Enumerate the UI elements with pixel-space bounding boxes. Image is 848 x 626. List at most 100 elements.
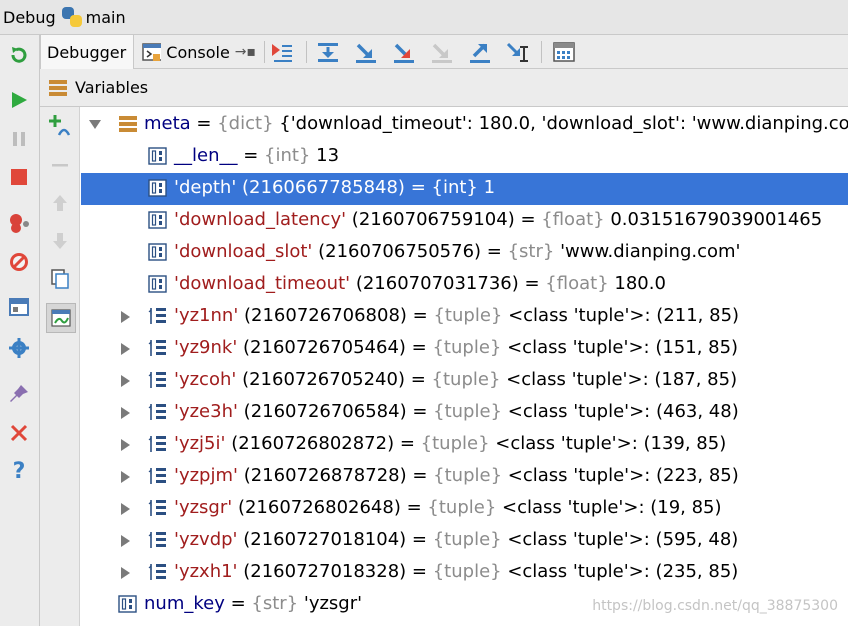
expand-arrow-icon[interactable] bbox=[121, 311, 130, 323]
var-name: 'yzsgr' bbox=[174, 497, 233, 518]
var-address: (2160706759104) bbox=[351, 209, 515, 230]
variables-panel-header: Variables bbox=[40, 69, 848, 107]
tab-console[interactable]: Console →▪ bbox=[136, 35, 262, 69]
var-value: <class 'tuple'>: (19, 85) bbox=[502, 497, 722, 518]
var-name: 'download_slot' bbox=[174, 241, 313, 262]
tab-console-label: Console bbox=[166, 42, 230, 62]
expand-arrow-icon[interactable] bbox=[121, 375, 130, 387]
resume-icon[interactable] bbox=[6, 87, 32, 113]
tab-debugger[interactable]: Debugger bbox=[40, 35, 134, 69]
expand-arrow-icon[interactable] bbox=[121, 567, 130, 579]
var-type: {dict} bbox=[217, 113, 274, 134]
var-name: 'yzj5i' bbox=[174, 433, 226, 454]
var-address: (2160707031736) bbox=[355, 273, 519, 294]
tuple-type-icon bbox=[148, 306, 168, 326]
step-out-icon[interactable] bbox=[467, 40, 493, 64]
restore-layout-icon[interactable] bbox=[6, 294, 32, 320]
close-icon[interactable] bbox=[6, 420, 32, 446]
var-value: <class 'tuple'>: (187, 85) bbox=[506, 369, 738, 390]
var-address: (2160726705240) bbox=[242, 369, 405, 390]
var-value: 'yzsgr' bbox=[303, 593, 363, 614]
tuple-type-icon bbox=[148, 530, 168, 550]
step-into-icon[interactable] bbox=[353, 40, 379, 64]
field-type-icon bbox=[148, 210, 168, 230]
tree-row[interactable]: 'yzpjm' (2160726878728) = {tuple} <class… bbox=[81, 461, 848, 493]
expand-arrow-icon[interactable] bbox=[121, 535, 130, 547]
var-address: (2160726802648) bbox=[237, 497, 401, 518]
var-value: 1 bbox=[483, 177, 496, 198]
tree-row[interactable]: meta = {dict} {'download_timeout': 180.0… bbox=[81, 109, 848, 141]
settings-gear-icon[interactable] bbox=[6, 335, 32, 361]
var-address: (2160727018328) bbox=[243, 561, 407, 582]
field-type-icon bbox=[148, 242, 168, 262]
force-step-into-icon[interactable] bbox=[429, 40, 455, 64]
tree-row[interactable]: __len__ = {int} 13 bbox=[81, 141, 848, 173]
var-value: 180.0 bbox=[614, 273, 666, 294]
run-config-name[interactable]: main bbox=[86, 8, 126, 27]
row-text: 'yzxh1' (2160727018328) = {tuple} <class… bbox=[174, 561, 739, 582]
var-type: {tuple} bbox=[420, 433, 490, 454]
var-value: <class 'tuple'>: (151, 85) bbox=[507, 337, 739, 358]
row-text: 'yz9nk' (2160726705464) = {tuple} <class… bbox=[174, 337, 739, 358]
dict-type-icon bbox=[118, 114, 138, 134]
new-watch-icon[interactable] bbox=[46, 112, 74, 140]
var-type: {tuple} bbox=[431, 369, 501, 390]
tree-row[interactable]: 'yzcoh' (2160726705240) = {tuple} <class… bbox=[81, 365, 848, 397]
show-execution-point-icon[interactable] bbox=[269, 40, 295, 64]
tree-row[interactable]: 'yz9nk' (2160726705464) = {tuple} <class… bbox=[81, 333, 848, 365]
row-text: meta = {dict} {'download_timeout': 180.0… bbox=[144, 113, 848, 134]
rerun-icon[interactable] bbox=[6, 42, 32, 68]
collapse-arrow-icon[interactable] bbox=[89, 120, 101, 129]
row-text: 'yzsgr' (2160726802648) = {tuple} <class… bbox=[174, 497, 722, 518]
step-over-icon[interactable] bbox=[315, 40, 341, 64]
evaluate-expression-icon[interactable] bbox=[551, 40, 577, 64]
help-icon[interactable]: ? bbox=[6, 458, 32, 484]
view-breakpoints-icon[interactable] bbox=[6, 210, 32, 236]
tuple-type-icon bbox=[148, 402, 168, 422]
tuple-type-icon bbox=[148, 338, 168, 358]
tree-row[interactable]: 'download_timeout' (2160707031736) = {fl… bbox=[81, 269, 848, 301]
expand-arrow-icon[interactable] bbox=[121, 343, 130, 355]
copy-icon[interactable] bbox=[46, 265, 74, 293]
tree-row[interactable]: 'depth' (2160667785848) = {int} 1 bbox=[81, 173, 848, 205]
row-text: 'yzpjm' (2160726878728) = {tuple} <class… bbox=[174, 465, 739, 486]
tree-row[interactable]: 'yzxh1' (2160727018328) = {tuple} <class… bbox=[81, 557, 848, 589]
var-value: {'download_timeout': 180.0, 'download_sl… bbox=[279, 113, 848, 134]
expand-arrow-icon[interactable] bbox=[121, 503, 130, 515]
var-type: {str} bbox=[507, 241, 555, 262]
tab-debugger-label: Debugger bbox=[47, 42, 127, 62]
variables-title: Variables bbox=[75, 78, 149, 97]
var-address: (2160726706584) bbox=[243, 401, 407, 422]
tree-row[interactable]: 'yzsgr' (2160726802648) = {tuple} <class… bbox=[81, 493, 848, 525]
move-down-icon[interactable] bbox=[46, 227, 74, 255]
pause-icon[interactable] bbox=[6, 126, 32, 152]
console-arrow-icon[interactable]: →▪ bbox=[235, 44, 256, 60]
run-to-cursor-icon[interactable] bbox=[505, 40, 531, 64]
var-type: {str} bbox=[251, 593, 299, 614]
tree-row[interactable]: 'download_latency' (2160706759104) = {fl… bbox=[81, 205, 848, 237]
expand-arrow-icon[interactable] bbox=[121, 471, 130, 483]
debugger-toolbar: Debugger Console →▪ bbox=[40, 35, 848, 69]
expand-arrow-icon[interactable] bbox=[121, 407, 130, 419]
var-address: (2160726878728) bbox=[243, 465, 407, 486]
tree-row[interactable]: 'yzvdp' (2160727018104) = {tuple} <class… bbox=[81, 525, 848, 557]
var-name: 'depth' bbox=[174, 177, 237, 198]
row-text: 'download_slot' (2160706750576) = {str} … bbox=[174, 241, 741, 262]
var-type: {tuple} bbox=[433, 305, 503, 326]
expand-arrow-icon[interactable] bbox=[121, 439, 130, 451]
step-into-my-code-icon[interactable] bbox=[391, 40, 417, 64]
show-values-inline-icon[interactable] bbox=[46, 303, 76, 333]
mute-breakpoints-icon[interactable] bbox=[6, 249, 32, 275]
tree-row[interactable]: 'yz1nn' (2160726706808) = {tuple} <class… bbox=[81, 301, 848, 333]
var-type: {tuple} bbox=[432, 561, 502, 582]
var-name: 'yzxh1' bbox=[174, 561, 238, 582]
stop-icon[interactable] bbox=[6, 164, 32, 190]
console-icon bbox=[142, 43, 162, 61]
tree-row[interactable]: 'yzj5i' (2160726802872) = {tuple} <class… bbox=[81, 429, 848, 461]
var-name: 'yzvdp' bbox=[174, 529, 238, 550]
tree-row[interactable]: 'download_slot' (2160706750576) = {str} … bbox=[81, 237, 848, 269]
tree-row[interactable]: 'yze3h' (2160726706584) = {tuple} <class… bbox=[81, 397, 848, 429]
remove-watch-icon[interactable] bbox=[46, 151, 74, 179]
pin-tab-icon[interactable] bbox=[6, 381, 32, 407]
move-up-icon[interactable] bbox=[46, 189, 74, 217]
